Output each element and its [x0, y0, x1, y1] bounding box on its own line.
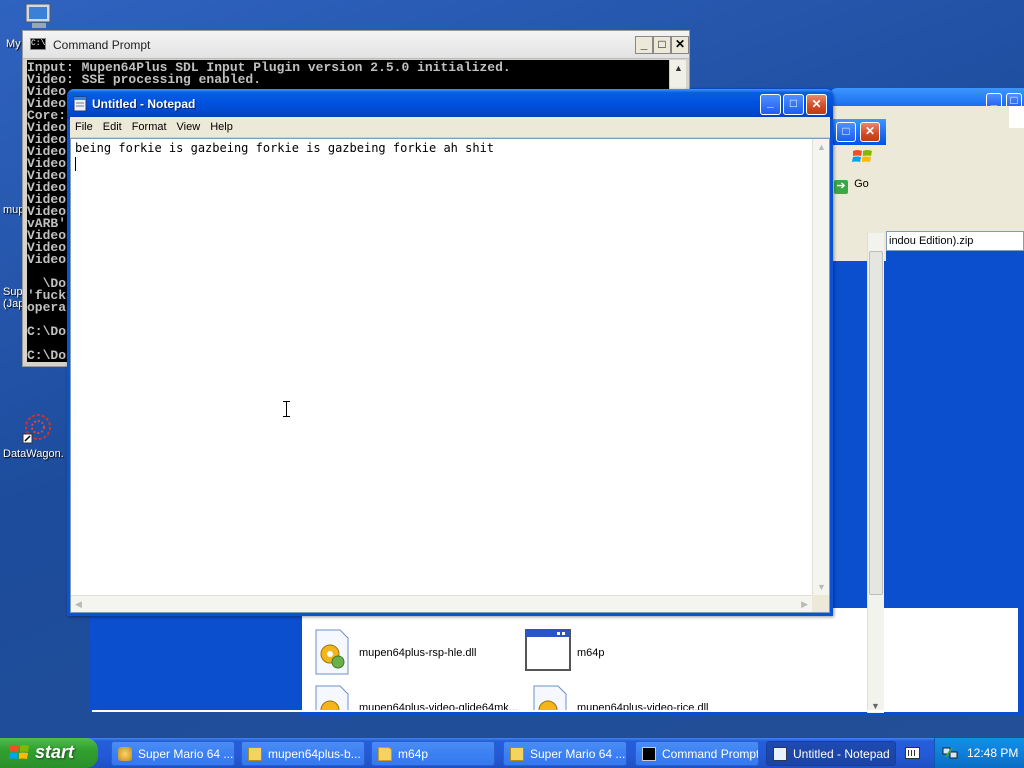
vertical-scrollbar[interactable]: ▲ ▼	[812, 139, 829, 595]
explorer-scrollbar[interactable]: ▼	[867, 233, 884, 713]
taskbar-button[interactable]: Command Prompt	[635, 741, 759, 766]
close-button[interactable]: ✕	[671, 36, 689, 54]
notepad-title-bar[interactable]: Untitled - Notepad _ □ ✕	[67, 89, 833, 119]
minimize-button[interactable]: _	[760, 94, 781, 115]
taskbar-button-label: Super Mario 64 ...	[138, 747, 234, 761]
scroll-left-arrow-icon[interactable]: ◀	[75, 599, 82, 610]
file-name: mupen64plus-rsp-hle.dll	[359, 647, 477, 659]
notepad-icon	[73, 96, 87, 112]
menu-view[interactable]: View	[172, 117, 206, 133]
maximize-button[interactable]: □	[783, 94, 804, 115]
menu-bar: File Edit Format View Help	[70, 117, 830, 138]
cmd-icon	[642, 747, 656, 761]
maximize-button[interactable]: □	[653, 36, 671, 54]
clock[interactable]: 12:48 PM	[967, 746, 1018, 760]
address-field[interactable]: indou Edition).zip	[886, 231, 1024, 251]
taskbar-button-label: Untitled - Notepad	[793, 747, 890, 761]
explorer-address-area	[886, 106, 1024, 128]
scroll-up-arrow-icon[interactable]: ▲	[817, 142, 826, 152]
cmd-icon: C:\	[30, 38, 46, 50]
cmd-title-bar[interactable]: C:\ Command Prompt _ □ ✕	[23, 31, 689, 59]
explorer-left-pane-strip	[90, 610, 302, 712]
scroll-right-arrow-icon[interactable]: ▶	[801, 599, 808, 610]
explorer-inner-title[interactable]: □ ✕	[830, 119, 886, 145]
minimize-button[interactable]: _	[635, 36, 653, 54]
file-item[interactable]: mupen64plus-rsp-hle.dll	[312, 628, 512, 676]
system-tray: 12:48 PM	[934, 738, 1024, 768]
taskbar-button-label: mupen64plus-b...	[268, 747, 361, 761]
file-item[interactable]: m64p	[524, 628, 714, 676]
address-text: indou Edition).zip	[889, 235, 974, 247]
go-button[interactable]: ➔ Go	[834, 178, 869, 198]
taskbar-button-label: Command Prompt	[662, 747, 759, 761]
computer-icon	[25, 3, 51, 28]
taskbar-button-label: m64p	[398, 747, 429, 761]
text-editor[interactable]: being forkie is gazbeing forkie is gazbe…	[70, 138, 830, 613]
taskbar-button[interactable]: m64p	[371, 741, 495, 766]
menu-file[interactable]: File	[70, 117, 98, 133]
taskbar-button-active[interactable]: Untitled - Notepad	[766, 741, 896, 766]
app-window-icon	[525, 629, 571, 671]
scroll-thumb[interactable]	[869, 251, 883, 595]
desktop-icon-label: DataWagon.	[3, 448, 64, 460]
horizontal-scrollbar[interactable]: ◀ ▶	[71, 595, 812, 612]
dll-gear-icon	[533, 685, 567, 712]
datawagon-icon	[22, 414, 51, 444]
mario-icon	[118, 747, 132, 761]
resize-grip[interactable]	[812, 595, 829, 612]
go-arrow-icon: ➔	[834, 180, 848, 194]
zip-folder-icon	[510, 747, 524, 761]
taskbar-button[interactable]: Super Mario 64 ...	[111, 741, 235, 766]
close-button[interactable]: ✕	[860, 122, 880, 142]
go-label: Go	[854, 178, 869, 190]
text-caret	[75, 157, 76, 171]
notepad-icon	[773, 747, 787, 761]
mouse-ibeam-cursor	[283, 401, 290, 417]
desktop-icon-label: My	[6, 38, 21, 50]
console-line: Video: SSE processing enabled.	[27, 72, 262, 87]
menu-edit[interactable]: Edit	[98, 117, 127, 133]
window-title: Untitled - Notepad	[92, 97, 196, 111]
file-item[interactable]: mupen64plus-video-rice.dll	[530, 684, 730, 712]
folder-icon	[378, 747, 392, 761]
file-item[interactable]: mupen64plus-video-glide64mk...	[312, 684, 522, 712]
start-button[interactable]: start	[0, 738, 98, 768]
explorer-bottom-line	[92, 710, 886, 712]
dll-gear-icon	[315, 685, 349, 712]
dll-gear-icon	[315, 629, 349, 675]
close-button[interactable]: ✕	[806, 94, 827, 115]
maximize-button[interactable]: □	[836, 122, 856, 142]
scroll-up-arrow-icon[interactable]: ▲	[674, 63, 683, 73]
desktop-icon-datawagon[interactable]: DataWagon.	[3, 412, 64, 460]
document-text[interactable]: being forkie is gazbeing forkie is gazbe…	[75, 141, 494, 155]
file-name: m64p	[577, 647, 605, 659]
menu-format[interactable]: Format	[127, 117, 172, 133]
keyboard-icon[interactable]	[905, 747, 920, 759]
start-label: start	[35, 742, 75, 762]
taskbar-button[interactable]: mupen64plus-b...	[241, 741, 365, 766]
scroll-down-arrow-icon[interactable]: ▼	[817, 582, 826, 592]
network-icon[interactable]	[942, 745, 958, 761]
windows-logo-icon	[852, 150, 872, 162]
taskbar-button[interactable]: Super Mario 64 ...	[503, 741, 627, 766]
windows-logo-icon	[9, 745, 29, 759]
notepad-window[interactable]: Untitled - Notepad _ □ ✕ File Edit Format V…	[67, 89, 833, 616]
search-button-area[interactable]	[1009, 106, 1024, 128]
zip-folder-icon	[248, 747, 262, 761]
menu-help[interactable]: Help	[205, 117, 238, 133]
explorer-address-strip	[886, 128, 1024, 248]
window-title: Command Prompt	[53, 38, 151, 52]
taskbar: start Super Mario 64 ... mupen64plus-b..…	[0, 738, 1024, 768]
taskbar-button-label: Super Mario 64 ...	[530, 747, 626, 761]
